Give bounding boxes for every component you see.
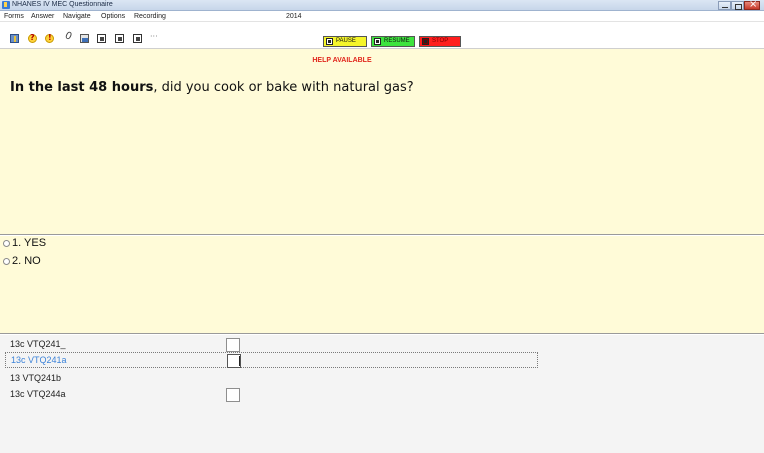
resume-button[interactable]: RESUME [371,36,415,47]
answer-option-label: 1. YES [12,237,47,249]
menu-forms[interactable]: Forms [4,12,24,21]
field-row-vtq241a[interactable]: 13c VTQ241a [5,352,538,368]
resume-icon [374,38,381,45]
answer-option-no[interactable]: 2. NO [3,255,41,267]
field-label: 13 VTQ241b [10,373,62,383]
fields-panel: 13c VTQ241_ 13c VTQ241a 13 VTQ241b 13c V… [0,335,764,453]
menu-options[interactable]: Options [101,12,125,21]
field-row-vtq241[interactable]: 13c VTQ241_ [0,337,540,353]
stop-label: STOP [432,38,449,44]
field-input-vtq241a[interactable] [227,354,241,368]
toolbar: ··· PAUSE RESUME STOP [0,22,764,49]
field-row-vtq241b[interactable]: 13 VTQ241b [0,371,540,387]
box-icon-1[interactable] [97,34,106,43]
more-icon[interactable]: ··· [150,32,160,41]
pause-icon [326,38,333,45]
menu-answer[interactable]: Answer [31,12,54,21]
attachment-icon[interactable] [64,34,73,43]
title-bar: NHANES IV MEC Questionnaire [0,0,764,11]
field-label: 13c VTQ241a [11,355,67,365]
question-panel: HELP AVAILABLE In the last 48 hours, did… [0,49,764,235]
app-icon [2,1,10,9]
stop-button[interactable]: STOP [419,36,461,47]
answer-option-yes[interactable]: 1. YES [3,237,46,249]
close-icon[interactable] [744,0,760,10]
year-label: 2014 [286,13,302,20]
radio-no[interactable] [3,257,10,265]
field-input-vtq244a[interactable] [226,388,240,402]
help-available-label[interactable]: HELP AVAILABLE [0,57,684,64]
pause-label: PAUSE [336,38,356,44]
question-book-icon[interactable] [10,34,19,43]
help-question-icon[interactable] [28,33,37,43]
minimize-icon[interactable] [718,1,731,10]
question-body: , did you cook or bake with natural gas? [153,80,414,95]
pause-button[interactable]: PAUSE [323,36,367,47]
resume-label: RESUME [384,38,410,44]
answer-panel: 1. YES 2. NO [0,236,764,334]
question-text: In the last 48 hours, did you cook or ba… [10,80,414,95]
stop-icon [422,38,429,45]
question-emphasis: In the last 48 hours [10,80,154,95]
window-controls [718,0,760,10]
alert-exclamation-icon[interactable] [45,33,54,43]
radio-yes[interactable] [3,239,10,247]
box-icon-3[interactable] [133,34,142,43]
answer-option-label: 2. NO [12,255,41,267]
field-row-vtq244a[interactable]: 13c VTQ244a [0,387,540,403]
field-input-vtq241[interactable] [226,338,240,352]
document-icon[interactable] [80,34,89,43]
field-label: 13c VTQ241_ [10,339,66,349]
menu-recording[interactable]: Recording [134,12,166,21]
maximize-icon[interactable] [731,1,744,10]
menu-bar: Forms Answer Navigate Options Recording … [0,11,764,22]
menu-navigate[interactable]: Navigate [63,12,91,21]
field-label: 13c VTQ244a [10,389,66,399]
box-icon-2[interactable] [115,34,124,43]
window-title: NHANES IV MEC Questionnaire [12,1,113,8]
